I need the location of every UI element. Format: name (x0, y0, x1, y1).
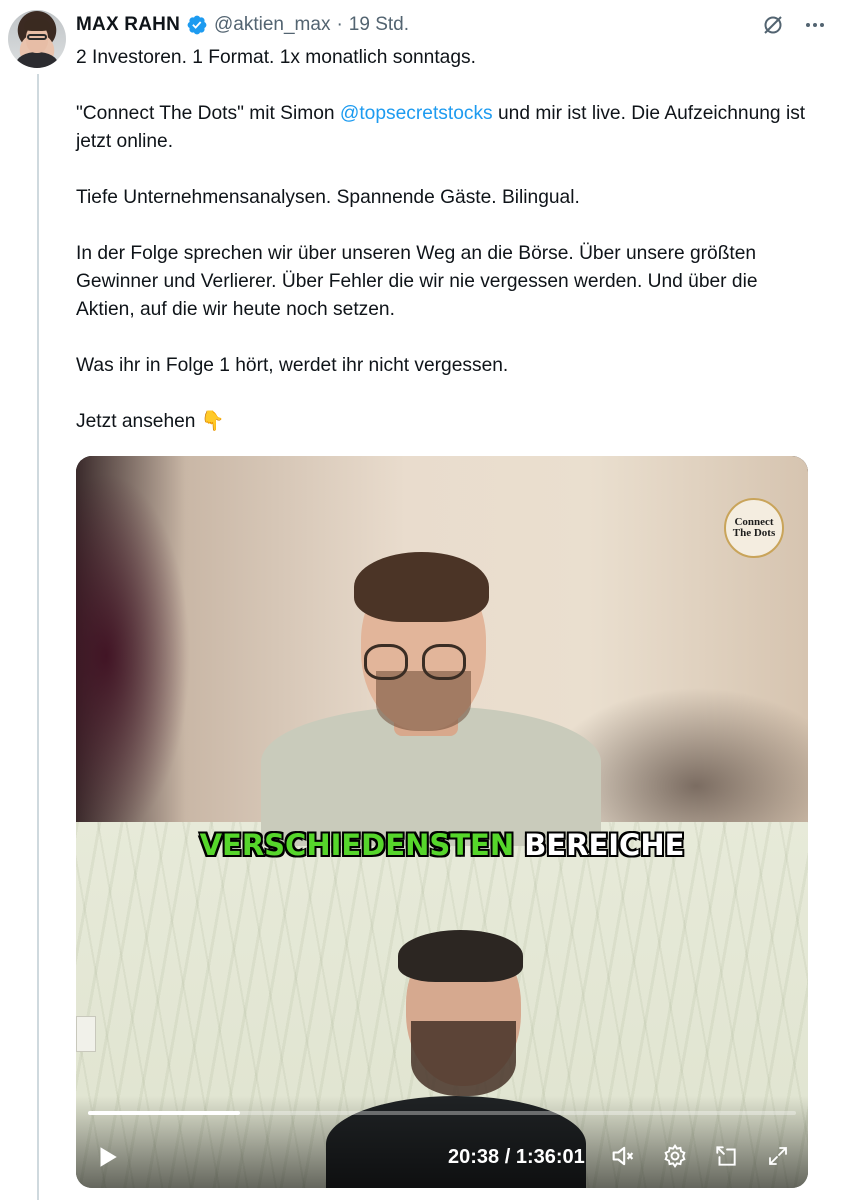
caption-word: BEREICHE (524, 828, 685, 862)
controls-shade (76, 1096, 808, 1188)
tweet-paragraph: Jetzt ansehen 👇 (76, 411, 225, 432)
speaker-top-beard (376, 671, 471, 731)
verified-badge-icon (187, 15, 207, 35)
author-handle[interactable]: @aktien_max (214, 14, 330, 36)
tweet-paragraph: 2 Investoren. 1 Format. 1x monatlich son… (76, 47, 476, 68)
speaker-top-glasses (364, 644, 408, 680)
wall-outlet (76, 1016, 96, 1052)
separator-dot: · (336, 14, 343, 35)
speaker-top-glasses (422, 644, 466, 680)
tweet-text: 2 Investoren. 1 Format. 1x monatlich son… (76, 44, 816, 436)
post-time[interactable]: 19 Std. (349, 14, 409, 36)
logo-line: The Dots (732, 527, 776, 539)
grok-icon[interactable] (760, 12, 786, 38)
progress-bar[interactable] (88, 1111, 796, 1115)
tweet-paragraph: "Connect The Dots" mit Simon @topsecrets… (76, 100, 816, 156)
show-logo: Connect The Dots (724, 498, 784, 558)
time-readout: 20:38 / 1:36:01 (448, 1146, 585, 1168)
paragraph-text: "Connect The Dots" mit Simon (76, 103, 340, 124)
speaker-bottom-hair (398, 930, 523, 982)
author-name[interactable]: MAX RAHN (76, 14, 180, 36)
video-caption: VERSCHIEDENSTEN BEREICHE (76, 827, 808, 863)
more-icon[interactable] (802, 12, 828, 38)
thread-line (37, 74, 39, 1200)
speaker-bottom-beard (411, 1021, 516, 1096)
fullscreen-icon[interactable] (764, 1142, 792, 1170)
mention-link[interactable]: @topsecretstocks (340, 103, 493, 124)
tweet-paragraph: Was ihr in Folge 1 hört, werdet ihr nich… (76, 355, 509, 376)
avatar[interactable] (8, 10, 66, 68)
speaker-top-hair (354, 552, 489, 622)
avatar-shirt (16, 52, 58, 68)
play-icon[interactable] (94, 1144, 120, 1170)
pip-icon[interactable] (712, 1142, 740, 1170)
tweet-paragraph: Tiefe Unternehmensanalysen. Spannende Gä… (76, 187, 580, 208)
progress-fill (88, 1111, 241, 1115)
tweet-paragraph: In der Folge sprechen wir über unseren W… (76, 243, 758, 320)
video-player[interactable]: Connect The Dots VERSCHIEDENSTEN BEREICH… (76, 456, 808, 1188)
tweet-actions-top (760, 12, 828, 38)
avatar-hair (24, 19, 50, 31)
tweet-header: MAX RAHN @aktien_max · 19 Std. (76, 10, 409, 40)
volume-icon[interactable] (609, 1142, 637, 1170)
avatar-glasses (27, 34, 47, 40)
caption-highlight: VERSCHIEDENSTEN (199, 827, 515, 863)
settings-icon[interactable] (661, 1142, 689, 1170)
